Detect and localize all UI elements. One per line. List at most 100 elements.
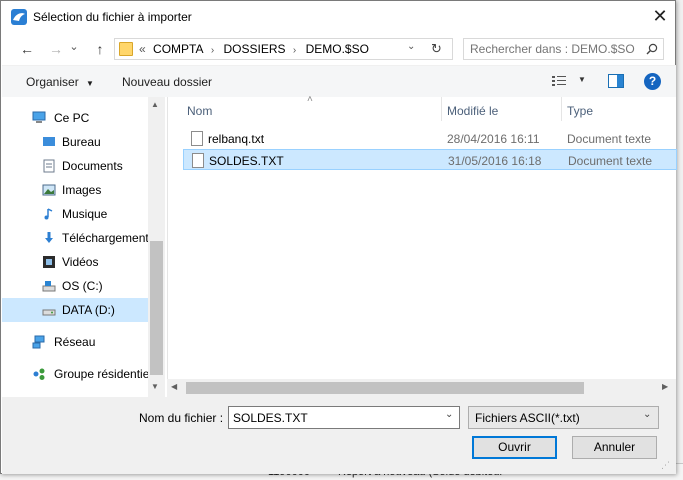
- sidebar-item-groupe-residentiel[interactable]: Groupe résidentie: [2, 363, 149, 385]
- breadcrumb: « COMPTA › DOSSIERS › DEMO.$SO: [139, 42, 373, 56]
- close-button[interactable]: ✕: [645, 3, 675, 30]
- column-header-type[interactable]: Type: [567, 104, 593, 118]
- breadcrumb-dossiers[interactable]: DOSSIERS: [224, 42, 286, 56]
- sidebar-item-label: Bureau: [62, 135, 101, 149]
- sidebar-scrollbar-thumb[interactable]: [150, 241, 163, 375]
- sidebar-item-os-c[interactable]: OS (C:): [2, 275, 149, 297]
- search-box[interactable]: [463, 38, 664, 60]
- documents-icon: [43, 159, 55, 173]
- hscrollbar-thumb[interactable]: [186, 382, 584, 394]
- address-bar[interactable]: « COMPTA › DOSSIERS › DEMO.$SO ⌄ ↻: [114, 38, 453, 60]
- file-date: 28/04/2016 16:11: [447, 132, 540, 146]
- filename-field[interactable]: ⌄: [228, 406, 460, 429]
- file-name: SOLDES.TXT: [209, 154, 284, 168]
- network-icon: [32, 335, 45, 349]
- sidebar-item-label: Réseau: [54, 335, 96, 349]
- caret-down-icon: ▼: [578, 75, 586, 84]
- organize-button[interactable]: Organiser ▼: [26, 75, 94, 89]
- breadcrumb-overflow[interactable]: «: [139, 42, 146, 56]
- organize-label: Organiser: [26, 75, 79, 89]
- scroll-up-arrow[interactable]: ▲: [151, 100, 159, 109]
- breadcrumb-separator[interactable]: ›: [293, 45, 296, 56]
- column-divider[interactable]: [561, 97, 562, 121]
- file-row-relbanq[interactable]: relbanq.txt 28/04/2016 16:11 Document te…: [183, 128, 677, 149]
- refresh-icon[interactable]: ↻: [431, 41, 442, 57]
- file-list: ˄ Nom Modifié le Type relbanq.txt 28/04/…: [167, 94, 677, 397]
- sidebar-item-label: Vidéos: [62, 255, 99, 269]
- sidebar-item-data-d[interactable]: DATA (D:): [2, 298, 149, 322]
- folder-icon: [119, 42, 133, 56]
- sidebar-item-reseau[interactable]: Réseau: [2, 331, 149, 353]
- breadcrumb-separator[interactable]: ›: [211, 45, 214, 56]
- title-bar: Sélection du fichier à importer ✕: [1, 1, 675, 32]
- breadcrumb-compta[interactable]: COMPTA: [153, 42, 203, 56]
- sidebar-item-videos[interactable]: Vidéos: [2, 251, 149, 273]
- text-file-icon: [192, 153, 204, 168]
- back-button[interactable]: ←: [16, 38, 38, 60]
- preview-pane-icon: [617, 75, 623, 87]
- file-dialog: Sélection du fichier à importer ✕ ← → ⌄ …: [0, 0, 677, 474]
- download-icon: [45, 232, 53, 243]
- file-type: Document texte: [568, 154, 653, 168]
- search-icon: [646, 43, 658, 55]
- sidebar-item-label: Groupe résidentie: [54, 367, 150, 381]
- help-button[interactable]: ?: [644, 73, 661, 90]
- scroll-left-arrow[interactable]: ◀: [171, 382, 177, 391]
- new-folder-button[interactable]: Nouveau dossier: [122, 75, 212, 89]
- file-type: Document texte: [567, 132, 652, 146]
- breadcrumb-demo[interactable]: DEMO.$SO: [306, 42, 369, 56]
- sidebar-item-label: Ce PC: [54, 111, 90, 125]
- sidebar-item-label: DATA (D:): [62, 303, 115, 317]
- file-date: 31/05/2016 16:18: [448, 154, 542, 168]
- recent-locations-dropdown[interactable]: ⌄: [67, 36, 81, 58]
- app-icon: [11, 9, 27, 25]
- file-name: relbanq.txt: [208, 132, 265, 146]
- filter-value: Fichiers ASCII(*.txt): [475, 411, 580, 425]
- drive-icon: [42, 281, 56, 292]
- cancel-button[interactable]: Annuler: [572, 436, 657, 459]
- homegroup-icon: [33, 368, 45, 380]
- chevron-down-icon[interactable]: ⌄: [445, 409, 453, 420]
- text-file-icon: [191, 131, 203, 146]
- pc-icon: [32, 111, 46, 123]
- navigation-pane: Ce PC Bureau Documents Images Musique Té…: [2, 97, 166, 397]
- column-header-name[interactable]: Nom: [187, 104, 212, 118]
- sort-caret-icon: ˄: [307, 94, 313, 105]
- file-type-filter[interactable]: Fichiers ASCII(*.txt) ⌄: [468, 406, 659, 429]
- sidebar-item-bureau[interactable]: Bureau: [2, 131, 149, 153]
- up-button[interactable]: ↑: [89, 38, 111, 60]
- sidebar-item-label: Images: [62, 183, 102, 197]
- column-divider[interactable]: [441, 97, 442, 121]
- filename-input[interactable]: [233, 410, 433, 426]
- drive-icon: [42, 309, 56, 316]
- scroll-right-arrow[interactable]: ▶: [662, 382, 668, 391]
- preview-pane-button[interactable]: [608, 74, 624, 88]
- videos-icon: [43, 256, 55, 268]
- open-button[interactable]: Ouvrir: [472, 436, 557, 459]
- file-row-soldes[interactable]: SOLDES.TXT 31/05/2016 16:18 Document tex…: [183, 149, 677, 170]
- sidebar-item-ce-pc[interactable]: Ce PC: [2, 107, 149, 129]
- sidebar-item-musique[interactable]: Musique: [2, 203, 149, 225]
- pictures-icon: [42, 184, 56, 196]
- chevron-down-icon[interactable]: ⌄: [407, 41, 415, 52]
- music-icon: [44, 208, 53, 220]
- filename-label: Nom du fichier :: [139, 411, 224, 425]
- sidebar-item-label: OS (C:): [62, 279, 103, 293]
- desktop-icon: [43, 137, 55, 146]
- column-header-modified[interactable]: Modifié le: [447, 104, 498, 118]
- details-view-icon: [552, 76, 566, 86]
- resize-grip-icon[interactable]: ⋰: [661, 460, 673, 472]
- caret-down-icon: ▼: [86, 79, 94, 88]
- view-options-button[interactable]: ▼: [552, 75, 586, 90]
- command-toolbar: Organiser ▼ Nouveau dossier ▼ ?: [2, 65, 676, 97]
- sidebar-item-telechargement[interactable]: Téléchargement: [2, 227, 149, 249]
- forward-button[interactable]: →: [45, 38, 67, 60]
- dialog-title: Sélection du fichier à importer: [33, 10, 192, 24]
- sidebar-item-label: Documents: [62, 159, 123, 173]
- sidebar-item-label: Téléchargement: [62, 231, 149, 245]
- search-input[interactable]: [470, 41, 640, 57]
- sidebar-item-documents[interactable]: Documents: [2, 155, 149, 177]
- sidebar-item-images[interactable]: Images: [2, 179, 149, 201]
- scroll-down-arrow[interactable]: ▼: [151, 382, 159, 391]
- sidebar-item-label: Musique: [62, 207, 108, 221]
